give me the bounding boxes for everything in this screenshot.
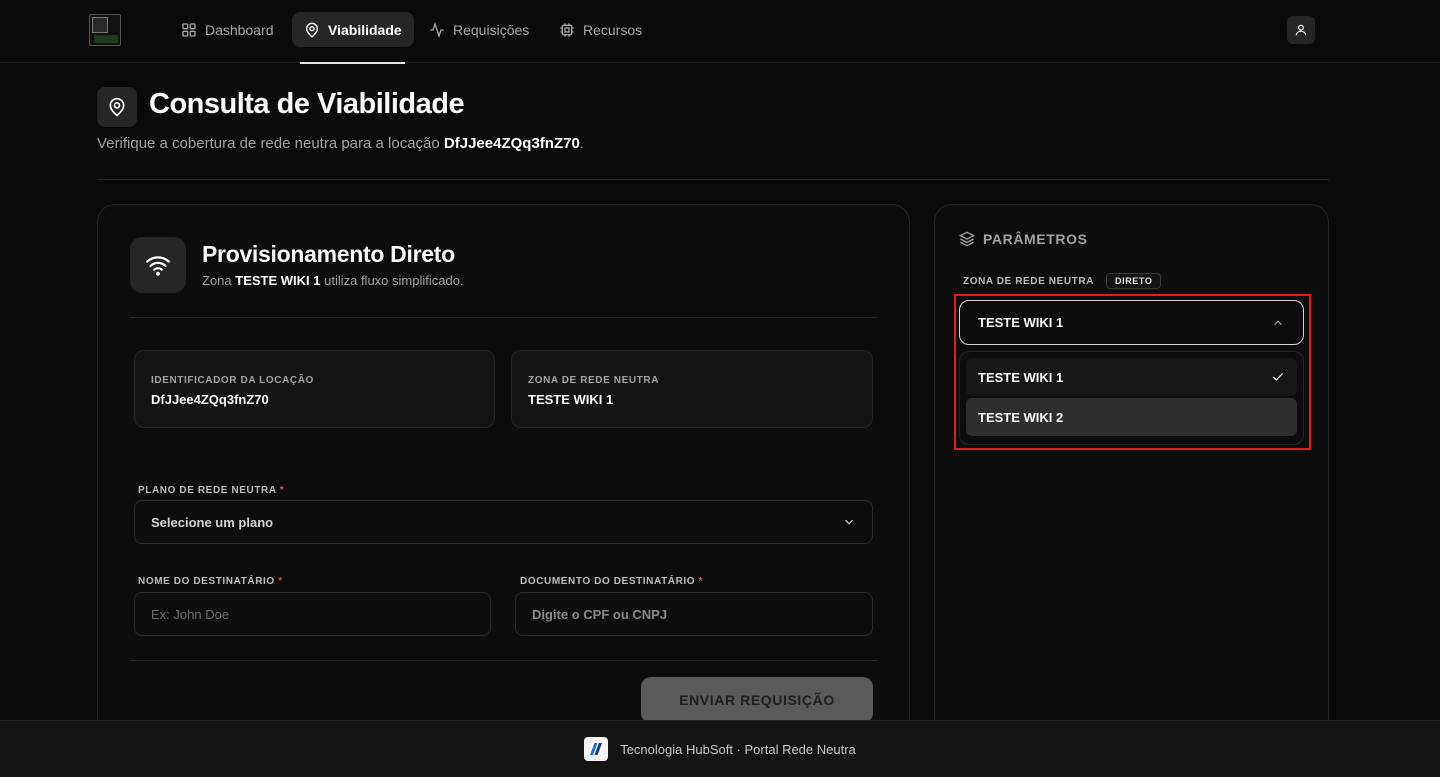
nav-item-recursos[interactable]: Recursos <box>547 12 654 47</box>
recipient-document-label: DOCUMENTO DO DESTINATÁRIO * <box>520 576 703 587</box>
footer-text: Tecnologia HubSoft · Portal Rede Neutra <box>620 741 856 757</box>
user-menu-button[interactable] <box>1287 16 1315 44</box>
location-id-box: IDENTIFICADOR DA LOCAÇÃO DfJJee4ZQq3fnZ7… <box>134 350 495 428</box>
header-divider <box>97 179 1329 180</box>
nav-item-dashboard[interactable]: Dashboard <box>169 12 286 47</box>
plan-select-placeholder: Selecione um plano <box>151 514 274 530</box>
map-pin-icon <box>305 22 319 38</box>
required-mark: * <box>698 576 704 587</box>
provision-subtitle: Zona TESTE WIKI 1 utiliza fluxo simplifi… <box>202 273 464 288</box>
hubsoft-logo-icon <box>590 743 603 755</box>
grid-icon <box>182 22 196 37</box>
zone-info-label: ZONA DE REDE NEUTRA <box>528 375 660 386</box>
check-icon <box>1272 373 1284 381</box>
page-title: Consulta de Viabilidade <box>149 88 465 120</box>
subtitle-prefix: Verifique a cobertura de rede neutra par… <box>97 135 444 152</box>
recipient-name-placeholder: Ex: John Doe <box>151 606 230 622</box>
nav-label-viabilidade: Viabilidade <box>328 21 402 38</box>
recipient-name-input[interactable]: Ex: John Doe <box>134 592 491 636</box>
zone-option-label: TESTE WIKI 1 <box>978 369 1064 385</box>
card-divider <box>130 317 877 318</box>
wifi-icon <box>146 256 170 276</box>
parameters-header: PARÂMETROS <box>959 231 1088 247</box>
nav-item-viabilidade[interactable]: Viabilidade <box>292 12 414 47</box>
zone-option[interactable]: TESTE WIKI 1 <box>966 358 1297 396</box>
zone-dropdown: TESTE WIKI 1 TESTE WIKI 2 <box>959 351 1304 445</box>
zone-option[interactable]: TESTE WIKI 2 <box>966 398 1297 436</box>
zone-info-value: TESTE WIKI 1 <box>528 392 614 407</box>
chevron-up-icon <box>1274 319 1282 325</box>
page-location-icon-box <box>97 87 137 127</box>
active-tab-indicator <box>300 62 405 64</box>
recipient-name-label: NOME DO DESTINATÁRIO * <box>138 576 283 587</box>
subtitle-location-id: DfJJee4ZQq3fnZ70 <box>443 135 580 152</box>
subtitle-suffix: . <box>579 135 584 152</box>
recipient-document-label-text: DOCUMENTO DO DESTINATÁRIO <box>520 576 696 587</box>
activity-icon <box>430 21 444 38</box>
map-pin-icon <box>109 97 125 117</box>
zone-select-value: TESTE WIKI 1 <box>978 315 1064 330</box>
location-id-value: DfJJee4ZQq3fnZ70 <box>151 392 269 407</box>
plan-select[interactable]: Selecione um plano <box>134 500 873 544</box>
nav-label-dashboard: Dashboard <box>205 21 274 38</box>
provision-sub-prefix: Zona <box>202 273 236 288</box>
zone-option-label: TESTE WIKI 2 <box>978 409 1064 425</box>
mode-badge: DIRETO <box>1106 273 1162 289</box>
submit-request-button[interactable]: ENVIAR REQUISIÇÃO <box>641 677 873 723</box>
provision-sub-suffix: utiliza fluxo simplificado. <box>320 273 464 288</box>
zone-info-box: ZONA DE REDE NEUTRA TESTE WIKI 1 <box>511 350 873 428</box>
plan-label: PLANO DE REDE NEUTRA * <box>138 485 284 496</box>
nav-item-requisicoes[interactable]: Requisições <box>417 12 541 47</box>
user-icon <box>1295 24 1307 36</box>
footer: Tecnologia HubSoft · Portal Rede Neutra <box>0 720 1440 777</box>
app-logo[interactable] <box>89 14 121 46</box>
page-subtitle: Verifique a cobertura de rede neutra par… <box>97 135 584 152</box>
provision-title: Provisionamento Direto <box>202 241 455 267</box>
chevron-down-icon <box>845 519 853 525</box>
parameters-title: PARÂMETROS <box>983 231 1088 247</box>
provision-zone: TESTE WIKI 1 <box>235 273 321 288</box>
recipient-document-placeholder: Digite o CPF ou CNPJ <box>532 606 668 622</box>
recipient-document-input[interactable]: Digite o CPF ou CNPJ <box>515 592 873 636</box>
location-id-label: IDENTIFICADOR DA LOCAÇÃO <box>151 375 314 386</box>
recipient-name-label-text: NOME DO DESTINATÁRIO <box>138 576 275 587</box>
required-mark: * <box>278 576 283 587</box>
form-divider <box>130 660 877 661</box>
nav-label-recursos: Recursos <box>583 21 643 38</box>
neutral-zone-label: ZONA DE REDE NEUTRA <box>963 276 1095 287</box>
wifi-icon-box <box>130 237 186 293</box>
plan-label-text: PLANO DE REDE NEUTRA <box>138 485 277 496</box>
layers-icon <box>959 231 975 247</box>
hubsoft-logo <box>584 737 609 761</box>
cpu-icon <box>560 22 574 37</box>
required-mark: * <box>279 485 285 496</box>
nav-label-requisicoes: Requisições <box>453 21 530 38</box>
zone-select[interactable]: TESTE WIKI 1 <box>959 300 1304 345</box>
